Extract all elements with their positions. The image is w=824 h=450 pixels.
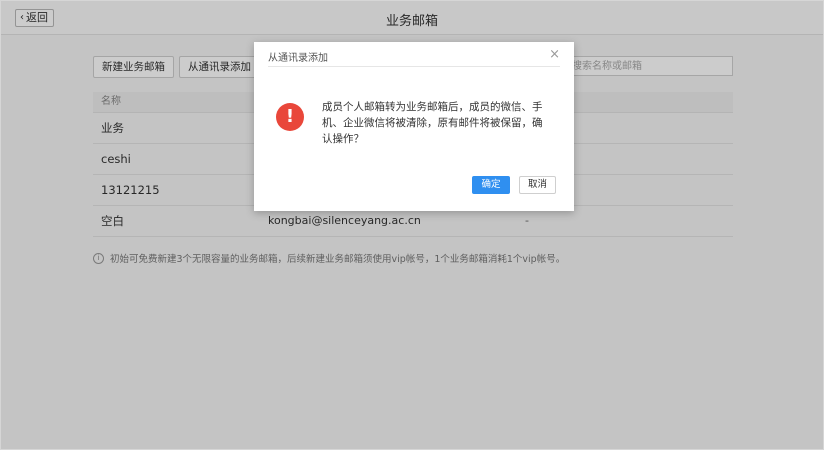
app-window: ‹ 返回 业务邮箱 新建业务邮箱 从通讯录添加 搜索名称或邮箱 名称 业务 ce… — [0, 0, 824, 450]
warning-icon: ! — [276, 103, 304, 131]
dialog-title: 从通讯录添加 — [268, 53, 328, 64]
cancel-button[interactable]: 取消 — [519, 176, 556, 194]
confirm-button[interactable]: 确定 — [472, 176, 510, 194]
close-icon[interactable]: × — [549, 47, 560, 62]
dialog-message: 成员个人邮箱转为业务邮箱后，成员的微信、手机、企业微信将被清除，原有邮件将被保留… — [322, 101, 543, 145]
dialog-divider — [268, 66, 560, 67]
confirm-dialog: 从通讯录添加 × ! 成员个人邮箱转为业务邮箱后，成员的微信、手机、企业微信将被… — [254, 42, 574, 211]
